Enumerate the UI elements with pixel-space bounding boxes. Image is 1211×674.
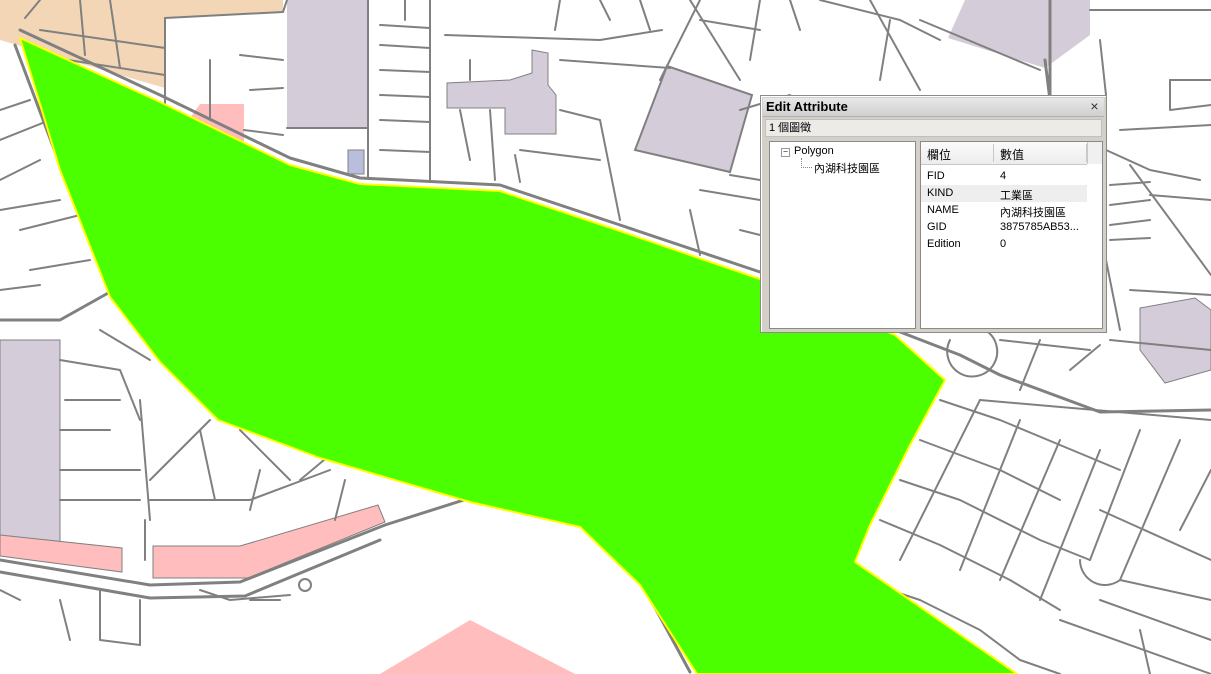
grid-header-corner: [1087, 142, 1102, 164]
grid-header: 欄位 數值: [921, 142, 1087, 165]
building-block[interactable]: [1139, 297, 1211, 384]
commercial-block[interactable]: [152, 504, 386, 579]
building-block[interactable]: [287, 0, 368, 128]
building-block[interactable]: [948, 0, 1090, 68]
tree-node-polygon[interactable]: Polygon: [794, 145, 834, 157]
field-name: KIND: [927, 187, 954, 199]
feature-count-bar: 1 個圖徵: [765, 119, 1102, 137]
feature-tree[interactable]: − Polygon 內湖科技園區: [769, 141, 916, 329]
field-name: NAME: [927, 204, 959, 216]
column-header-field[interactable]: 欄位: [927, 146, 951, 163]
commercial-block[interactable]: [380, 620, 575, 674]
edit-attribute-dialog[interactable]: Edit Attribute × 1 個圖徵 − Polygon 內湖科技園區 …: [760, 95, 1107, 333]
commercial-block[interactable]: [0, 534, 123, 573]
dialog-titlebar[interactable]: Edit Attribute ×: [763, 98, 1104, 117]
dialog-title: Edit Attribute: [766, 99, 848, 114]
column-header-value[interactable]: 數值: [1000, 146, 1024, 163]
field-name: GID: [927, 221, 947, 233]
field-value[interactable]: 內湖科技園區: [1000, 204, 1066, 220]
small-block[interactable]: [347, 149, 365, 175]
field-name: Edition: [927, 238, 961, 250]
table-row[interactable]: Edition 0: [921, 236, 1087, 253]
building-block[interactable]: [446, 49, 557, 135]
field-value[interactable]: 4: [1000, 170, 1006, 182]
close-icon[interactable]: ×: [1087, 99, 1102, 114]
field-value[interactable]: 3875785AB53...: [1000, 221, 1079, 233]
table-row[interactable]: NAME 內湖科技園區: [921, 202, 1087, 219]
building-block[interactable]: [0, 339, 61, 546]
attribute-grid[interactable]: 欄位 數值 FID 4 KIND 工業區 NAME 內湖科技園區 GID 387…: [920, 141, 1103, 329]
table-row[interactable]: FID 4: [921, 168, 1087, 185]
tree-node-feature[interactable]: 內湖科技園區: [814, 160, 880, 176]
table-row[interactable]: KIND 工業區: [921, 185, 1087, 202]
field-value[interactable]: 工業區: [1000, 187, 1033, 203]
tree-connector: [801, 167, 812, 168]
field-value[interactable]: 0: [1000, 238, 1006, 250]
collapse-icon[interactable]: −: [781, 148, 790, 157]
building-block[interactable]: [633, 64, 754, 174]
feature-count: 1 個圖徵: [769, 122, 812, 134]
column-divider[interactable]: [993, 144, 994, 162]
field-name: FID: [927, 170, 945, 182]
table-row[interactable]: GID 3875785AB53...: [921, 219, 1087, 236]
